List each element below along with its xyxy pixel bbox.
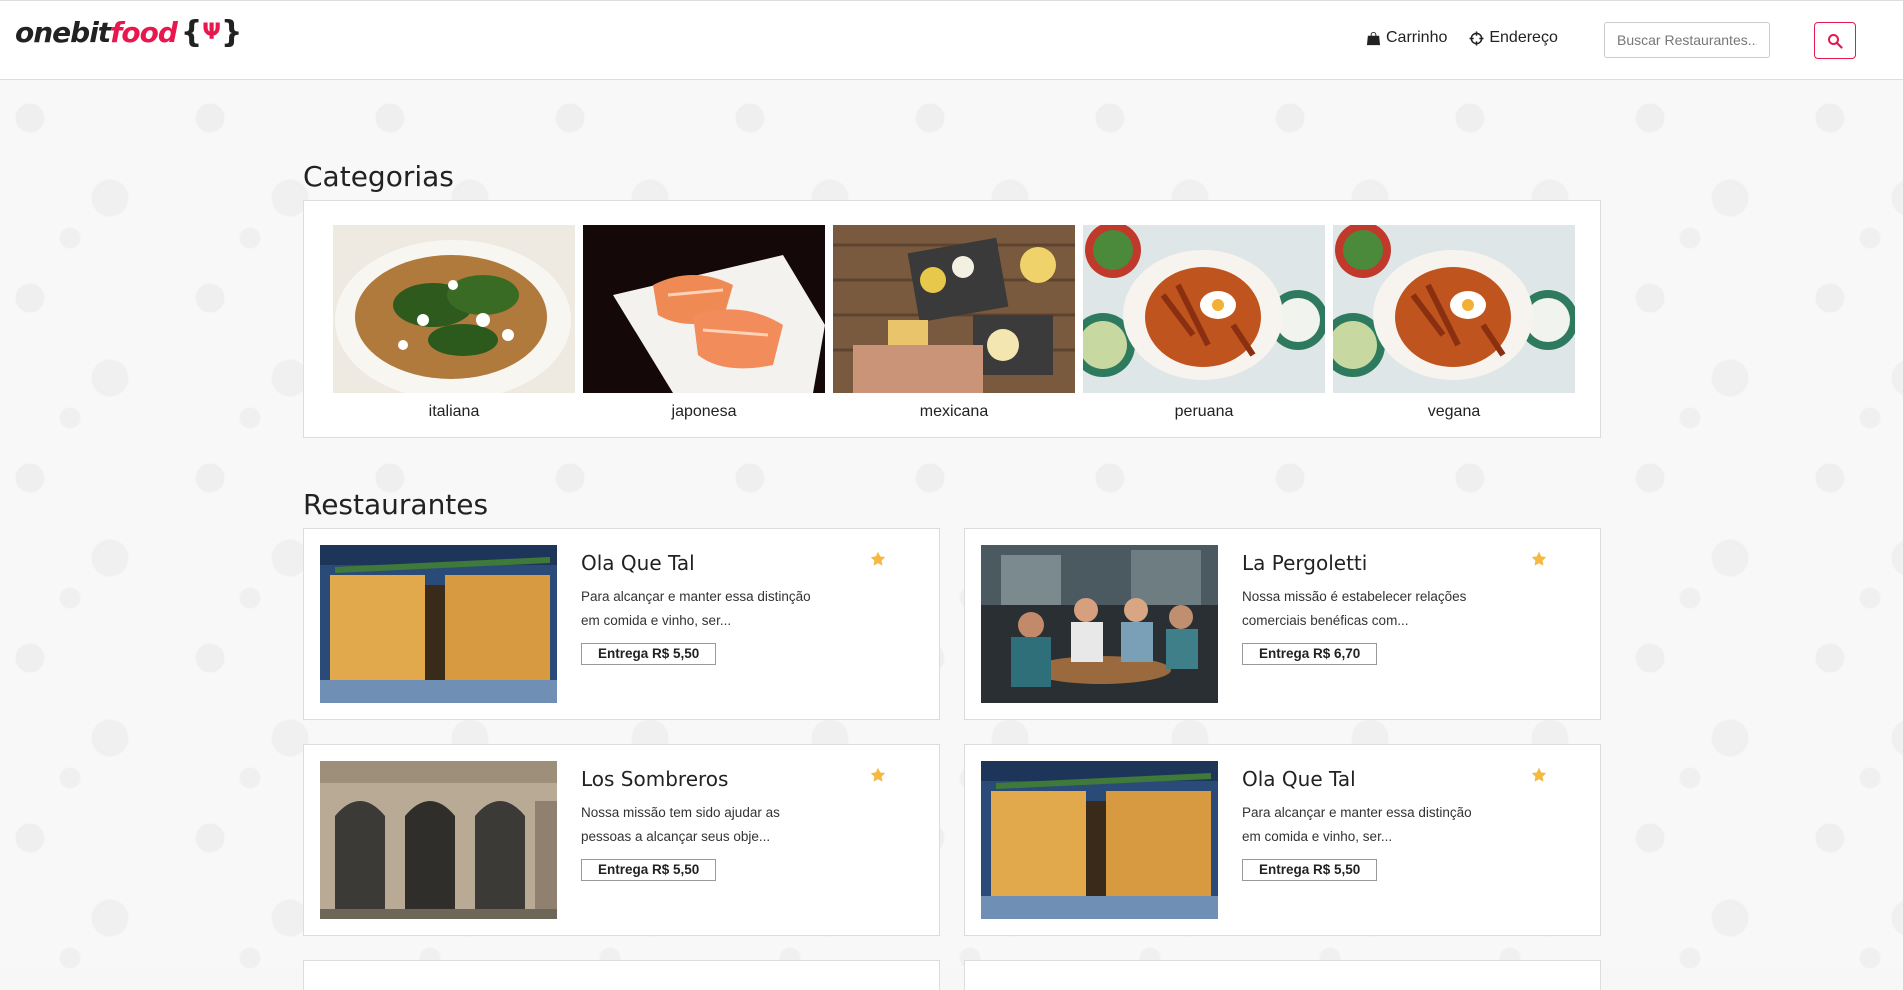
restaurants-title: Restaurantes [303, 488, 489, 521]
delivery-fee-badge: Entrega R$ 5,50 [1242, 859, 1378, 881]
nav-address-label: Endereço [1489, 29, 1558, 46]
shopping-bag-icon [1366, 31, 1381, 45]
nav-address[interactable]: Endereço [1469, 29, 1558, 47]
restaurant-storefront-image [981, 761, 1218, 919]
onebitfood-logo[interactable]: onebit food {Ψ} [15, 14, 242, 50]
categories-title: Categorias [303, 160, 454, 193]
category-label: italiana [428, 403, 480, 420]
restaurant-name: Ola Que Tal [1242, 767, 1356, 791]
restaurant-name: Ola Que Tal [581, 551, 695, 575]
category-label: japonesa [671, 403, 737, 420]
search-button[interactable] [1814, 22, 1856, 59]
restaurant-description: Nossa missão é estabelecer relações come… [1242, 589, 1467, 628]
search-input[interactable] [1604, 22, 1770, 58]
header-nav: Carrinho Endereço [1366, 29, 1558, 47]
restaurant-card-partial[interactable] [303, 960, 940, 990]
category-label: vegana [1427, 403, 1481, 420]
categories-panel: italiana japonesa mexicana peruana vegan… [303, 200, 1601, 438]
restaurant-card-partial[interactable] [964, 960, 1601, 990]
mexicana-food-image [833, 225, 1075, 393]
star-icon[interactable] [870, 551, 886, 567]
restaurant-storefront-image [320, 545, 557, 703]
restaurant-description: Para alcançar e manter essa distinção em… [1242, 805, 1472, 844]
category-label: peruana [1174, 403, 1234, 420]
categories-list: italiana japonesa mexicana peruana vegan… [333, 225, 1575, 421]
category-label: mexicana [919, 403, 989, 420]
restaurant-card[interactable]: Ola Que Tal Para alcançar e manter essa … [303, 528, 940, 720]
category-vegana[interactable]: vegana [1333, 225, 1575, 421]
delivery-fee-badge: Entrega R$ 6,70 [1242, 643, 1378, 665]
delivery-fee-badge: Entrega R$ 5,50 [581, 643, 717, 665]
search-icon [1828, 33, 1843, 49]
restaurant-card[interactable]: Los Sombreros Nossa missão tem sido ajud… [303, 744, 940, 936]
fork-braces-icon: {Ψ} [180, 14, 242, 50]
category-peruana[interactable]: peruana [1083, 225, 1325, 421]
restaurant-name: La Pergoletti [1242, 551, 1368, 575]
restaurant-interior-image [981, 545, 1218, 703]
category-japonesa[interactable]: japonesa [583, 225, 825, 421]
peruana-food-image [1083, 225, 1325, 393]
category-italiana[interactable]: italiana [333, 225, 575, 421]
category-mexicana[interactable]: mexicana [833, 225, 1075, 421]
italiana-food-image [333, 225, 575, 393]
crosshair-icon [1469, 30, 1484, 46]
star-icon[interactable] [1531, 551, 1547, 567]
restaurant-description: Nossa missão tem sido ajudar as pessoas … [581, 805, 780, 844]
restaurant-facade-image [320, 761, 557, 919]
restaurant-card[interactable]: Ola Que Tal Para alcançar e manter essa … [964, 744, 1601, 936]
japonesa-food-image [583, 225, 825, 393]
vegana-food-image [1333, 225, 1575, 393]
nav-cart-label: Carrinho [1386, 29, 1448, 46]
star-icon[interactable] [1531, 767, 1547, 783]
nav-cart[interactable]: Carrinho [1366, 29, 1447, 47]
restaurant-name: Los Sombreros [581, 767, 729, 791]
restaurant-description: Para alcançar e manter essa distinção em… [581, 589, 811, 628]
delivery-fee-badge: Entrega R$ 5,50 [581, 859, 717, 881]
top-navbar: onebit food {Ψ} Carrinho Endereço [0, 0, 1903, 80]
restaurant-card[interactable]: La Pergoletti Nossa missão é estabelecer… [964, 528, 1601, 720]
star-icon[interactable] [870, 767, 886, 783]
